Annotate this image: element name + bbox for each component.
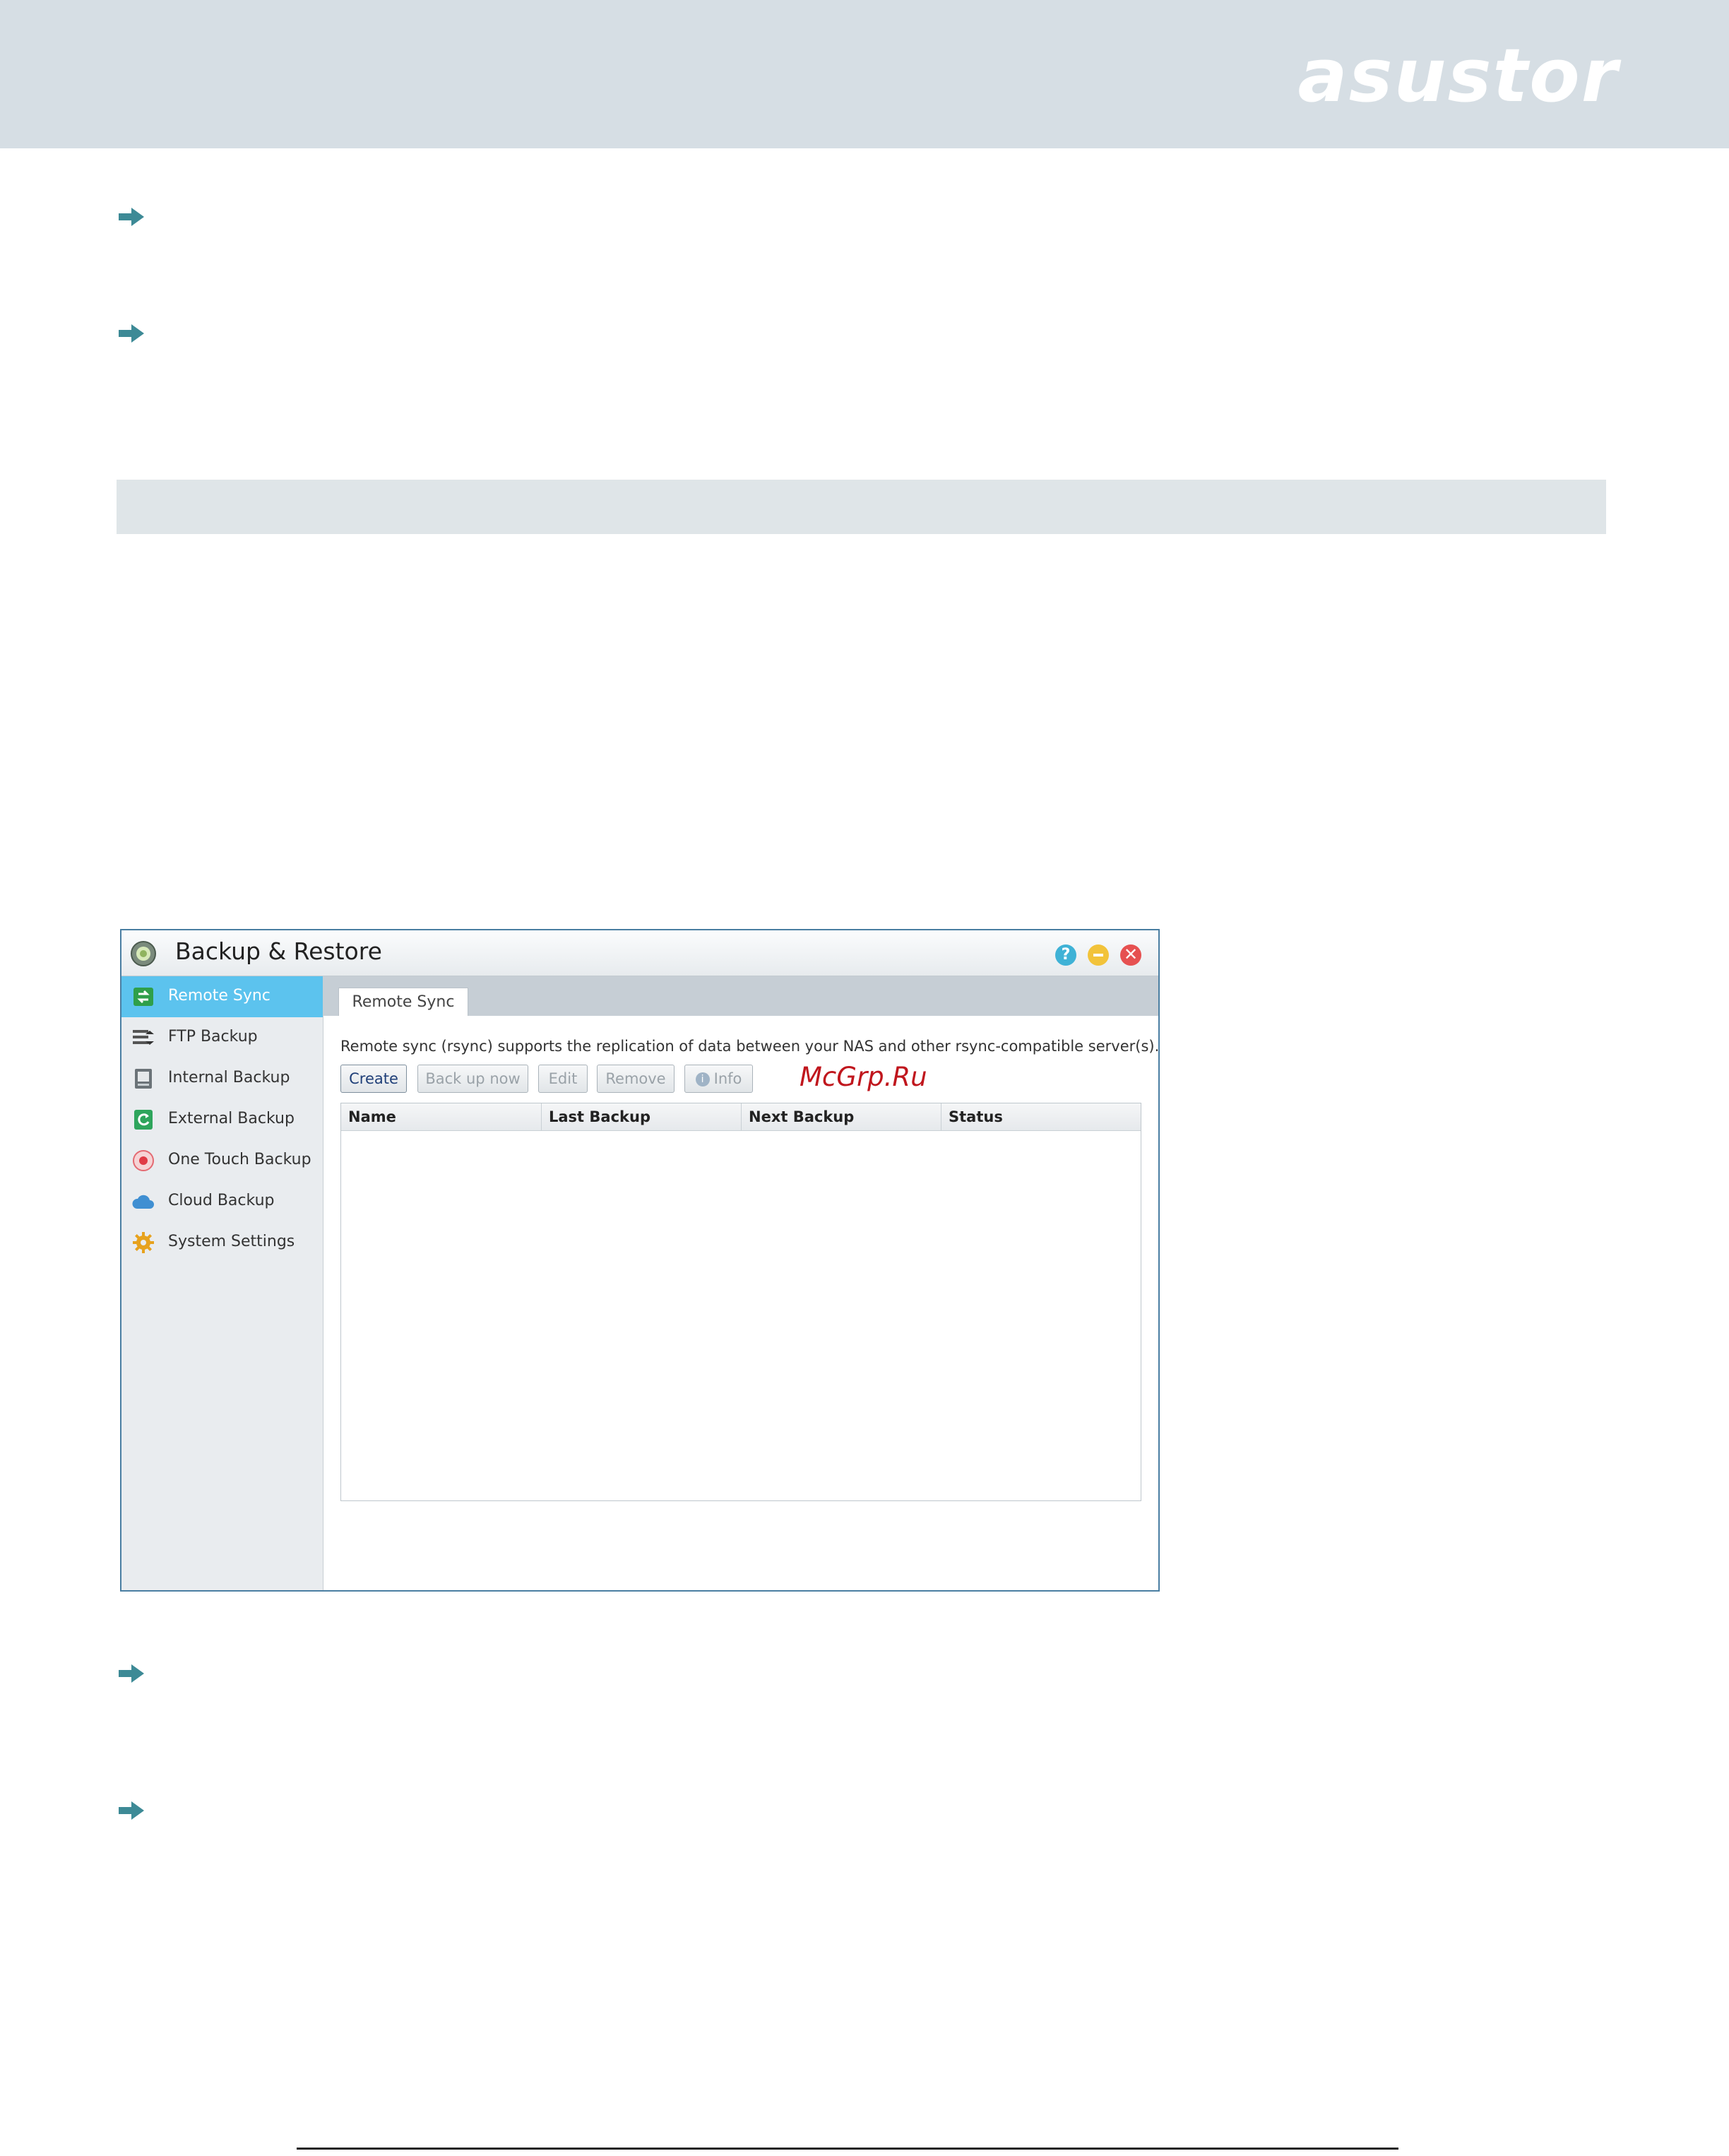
page-header: asustor [0,0,1729,148]
cloud-backup-icon [131,1190,155,1213]
bullet-arrow-icon [119,206,145,227]
column-header-last-backup[interactable]: Last Backup [542,1103,742,1130]
watermark-text: McGrp.Ru [800,1062,927,1092]
sidebar-item-label: Cloud Backup [168,1192,275,1209]
asustor-logo: asustor [1297,32,1619,119]
column-header-name[interactable]: Name [341,1103,542,1130]
minimize-button[interactable] [1088,944,1109,966]
window-titlebar: Backup & Restore ? ✕ [121,930,1158,976]
backup-restore-app-icon [130,940,157,967]
column-header-status[interactable]: Status [941,1103,1141,1130]
remote-sync-table: Name Last Backup Next Backup Status [340,1103,1141,1501]
table-header: Name Last Backup Next Backup Status [341,1103,1141,1131]
bullet-arrow-icon [119,1663,145,1684]
sidebar-item-ftp-backup[interactable]: FTP Backup [121,1017,323,1058]
sidebar-item-internal-backup[interactable]: Internal Backup [121,1058,323,1099]
footer-divider [297,2148,1398,2150]
sidebar-item-label: External Backup [168,1110,295,1127]
gear-icon [131,1231,155,1254]
sidebar-item-remote-sync[interactable]: Remote Sync [121,976,323,1017]
edit-button[interactable]: Edit [538,1065,588,1093]
sidebar-item-external-backup[interactable]: External Backup [121,1099,323,1140]
sidebar-item-one-touch-backup[interactable]: One Touch Backup [121,1140,323,1181]
sidebar-item-label: Internal Backup [168,1069,290,1086]
back-up-now-button[interactable]: Back up now [417,1065,528,1093]
info-button[interactable]: i Info [684,1065,753,1093]
sidebar-item-system-settings[interactable]: System Settings [121,1222,323,1263]
info-icon: i [695,1072,710,1086]
internal-backup-icon [131,1067,155,1090]
tab-strip: Remote Sync [323,976,1158,1016]
remote-sync-icon [131,985,155,1008]
sidebar-item-label: System Settings [168,1233,295,1250]
sidebar-item-label: Remote Sync [168,987,271,1005]
sidebar-item-cloud-backup[interactable]: Cloud Backup [121,1181,323,1222]
close-button[interactable]: ✕ [1120,944,1141,966]
tab-remote-sync[interactable]: Remote Sync [338,988,468,1016]
info-button-label: Info [713,1070,742,1087]
description-text: Remote sync (rsync) supports the replica… [340,1038,1160,1055]
create-button[interactable]: Create [340,1065,407,1093]
sidebar-item-label: FTP Backup [168,1028,258,1046]
help-button[interactable]: ? [1055,944,1076,966]
column-header-next-backup[interactable]: Next Backup [742,1103,941,1130]
ftp-backup-icon [131,1026,155,1049]
window-title: Backup & Restore [175,937,382,965]
one-touch-backup-icon [131,1149,155,1172]
section-heading-bar [117,480,1606,534]
bullet-arrow-icon [119,323,145,344]
remove-button[interactable]: Remove [597,1065,675,1093]
backup-restore-window: Backup & Restore ? ✕ Remote Sync FTP Bac… [120,929,1160,1592]
sidebar: Remote Sync FTP Backup Internal Backup E… [121,976,323,1590]
sidebar-item-label: One Touch Backup [168,1151,311,1168]
bullet-arrow-icon [119,1800,145,1821]
external-backup-icon [131,1108,155,1131]
